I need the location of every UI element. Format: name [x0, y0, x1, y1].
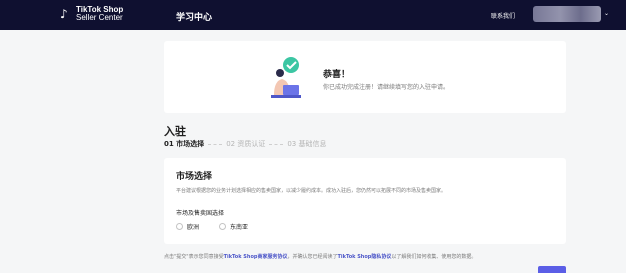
submit-button[interactable] [538, 266, 566, 273]
radio-circle-icon[interactable] [219, 223, 227, 230]
success-title: 恭喜！ [323, 70, 351, 80]
contact-us-link[interactable]: 联系我们 [491, 11, 515, 20]
market-selection-card: 市场选择 平台建议根据您的业务计划选择相应的售卖国家，以减少履约成本。成功入驻后… [164, 158, 566, 244]
market-section-description: 平台建议根据您的业务计划选择相应的售卖国家，以减少履约成本。成功入驻后，您仍然可… [176, 188, 447, 194]
step-qualification: 02 资质认证 [226, 140, 266, 148]
chevron-down-icon[interactable]: ⌄ [604, 10, 609, 17]
learning-center-link[interactable]: 学习中心 [176, 10, 212, 23]
radio-label: 欧洲 [187, 224, 200, 231]
tiktok-shop-logo[interactable]: ♪ TikTok Shop Seller Center [60, 6, 123, 22]
tiktok-note-icon: ♪ [60, 7, 68, 21]
agreement-notice: 点击"提交"表示您同意接受TikTok Shop商家服务协议，并确认您已经阅读了… [164, 254, 477, 260]
success-illustration-icon [271, 57, 301, 98]
success-subtitle: 你已成功完成注册！请继续填写您的入驻申请。 [323, 84, 450, 91]
privacy-policy-link[interactable]: TikTok Shop隐私协议 [338, 254, 392, 260]
market-section-title: 市场选择 [176, 172, 213, 182]
top-navbar: ♪ TikTok Shop Seller Center 学习中心 联系我们 ⌄ [0, 0, 626, 30]
market-field-label: 市场及售卖国选择 [176, 210, 225, 217]
step-divider [208, 143, 223, 145]
step-market-selection: 01 市场选择 [164, 140, 205, 148]
radio-southeast-asia[interactable]: 东南亚 [219, 222, 248, 231]
merchant-service-agreement-link[interactable]: TikTok Shop商家服务协议 [224, 254, 288, 260]
step-divider [269, 143, 284, 145]
page-title: 入驻 [164, 125, 186, 138]
market-radio-group: 欧洲 东南亚 [176, 222, 248, 231]
step-basic-info: 03 基础信息 [287, 140, 327, 148]
radio-europe[interactable]: 欧洲 [176, 222, 199, 231]
brand-line2: Seller Center [76, 13, 123, 22]
user-account-avatar[interactable] [533, 6, 601, 22]
onboarding-stepper: 01 市场选择 02 资质认证 03 基础信息 [164, 139, 326, 149]
radio-label: 东南亚 [230, 224, 249, 231]
registration-success-card: 恭喜！ 你已成功完成注册！请继续填写您的入驻申请。 [164, 41, 566, 113]
radio-circle-icon[interactable] [176, 223, 183, 230]
